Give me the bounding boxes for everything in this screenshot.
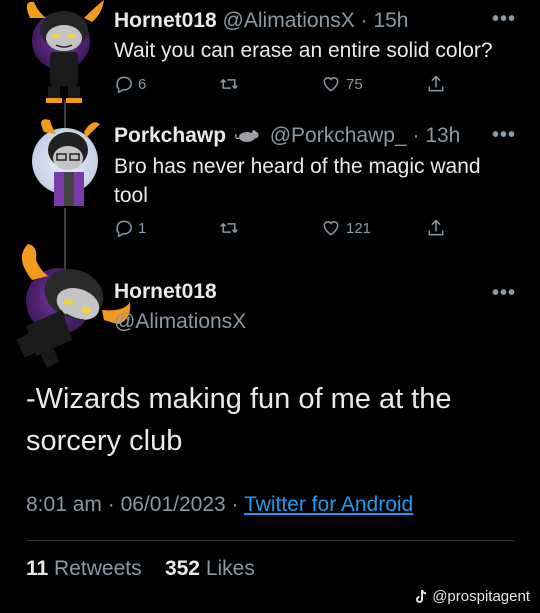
like-button[interactable]: 75	[320, 74, 363, 94]
like-button[interactable]: 121	[320, 218, 371, 238]
like-count: 75	[346, 75, 363, 93]
tweet-header: Hornet018 @AlimationsX	[114, 280, 246, 334]
share-button[interactable]	[426, 218, 446, 238]
tweet-header: Hornet018 @AlimationsX · 15h	[114, 9, 408, 33]
reply-button[interactable]: 1	[114, 218, 146, 238]
source-link[interactable]: Twitter for Android	[244, 493, 413, 516]
divider	[26, 540, 514, 541]
display-name[interactable]: Hornet018	[114, 280, 246, 304]
troll-character-icon	[41, 119, 100, 206]
like-icon	[323, 77, 339, 92]
timestamp[interactable]: 13h	[425, 124, 460, 147]
retweet-icon	[220, 79, 238, 89]
likes-count[interactable]: 352	[165, 557, 200, 580]
post-time: 8:01 am	[26, 493, 102, 516]
watermark-text: @prospitagent	[432, 588, 530, 605]
tiktok-icon	[416, 589, 427, 603]
display-name[interactable]: Porkchawp	[114, 124, 226, 147]
timestamp[interactable]: 15h	[373, 9, 408, 32]
reply-icon	[116, 220, 132, 238]
tweet-actions: 1 121	[114, 218, 454, 244]
retweets-count[interactable]: 11	[26, 557, 48, 580]
user-handle[interactable]: @Porkchawp_	[270, 124, 407, 147]
tweet-metadata: 8:01 am · 06/01/2023 · Twitter for Andro…	[26, 493, 413, 517]
more-options-icon[interactable]: •••	[492, 8, 516, 31]
reply-button[interactable]: 6	[114, 74, 146, 94]
retweet-button[interactable]	[218, 218, 240, 238]
tweet-text: Wait you can erase an entire solid color…	[114, 39, 493, 62]
engagement-stats: 11 Retweets 352 Likes	[26, 557, 255, 581]
retweet-icon	[220, 223, 238, 233]
reply-count: 6	[138, 75, 147, 93]
retweets-label[interactable]: Retweets	[54, 557, 142, 580]
share-button[interactable]	[426, 74, 446, 94]
main-tweet-text: -Wizards making fun of me at the sorcery…	[26, 383, 452, 457]
separator-dot: ·	[412, 124, 420, 147]
user-handle[interactable]: @AlimationsX	[223, 9, 355, 32]
tweet-text: Bro has never heard of the magic wand to…	[114, 155, 481, 207]
watermark: @prospitagent	[414, 588, 530, 605]
rat-emoji-icon	[235, 130, 259, 143]
avatar[interactable]	[26, 0, 104, 103]
display-name[interactable]: Hornet018	[114, 9, 217, 32]
share-icon	[428, 219, 444, 236]
reply-tweet-2[interactable]: Porkchawp @Porkchawp_ · 13h ••• Bro has …	[0, 110, 540, 260]
share-icon	[428, 75, 444, 92]
reply-count: 1	[138, 219, 147, 237]
tweet-header: Porkchawp @Porkchawp_ · 13h	[114, 124, 460, 148]
avatar[interactable]	[32, 119, 100, 206]
like-icon	[323, 221, 339, 236]
post-date: 06/01/2023	[120, 493, 226, 516]
troll-character-icon	[26, 0, 104, 103]
separator-dot: ·	[231, 493, 239, 516]
likes-label[interactable]: Likes	[206, 557, 255, 580]
reply-tweet-1[interactable]: Hornet018 @AlimationsX · 15h ••• Wait yo…	[0, 0, 540, 110]
reply-icon	[116, 76, 132, 94]
separator-dot: ·	[360, 9, 368, 32]
more-options-icon[interactable]: •••	[492, 282, 516, 305]
more-options-icon[interactable]: •••	[492, 124, 516, 147]
avatar[interactable]	[16, 244, 131, 368]
retweet-button[interactable]	[218, 74, 240, 94]
tweet-actions: 6 75	[114, 74, 454, 100]
user-handle[interactable]: @AlimationsX	[114, 310, 246, 334]
separator-dot: ·	[107, 493, 115, 516]
like-count: 121	[346, 219, 372, 237]
